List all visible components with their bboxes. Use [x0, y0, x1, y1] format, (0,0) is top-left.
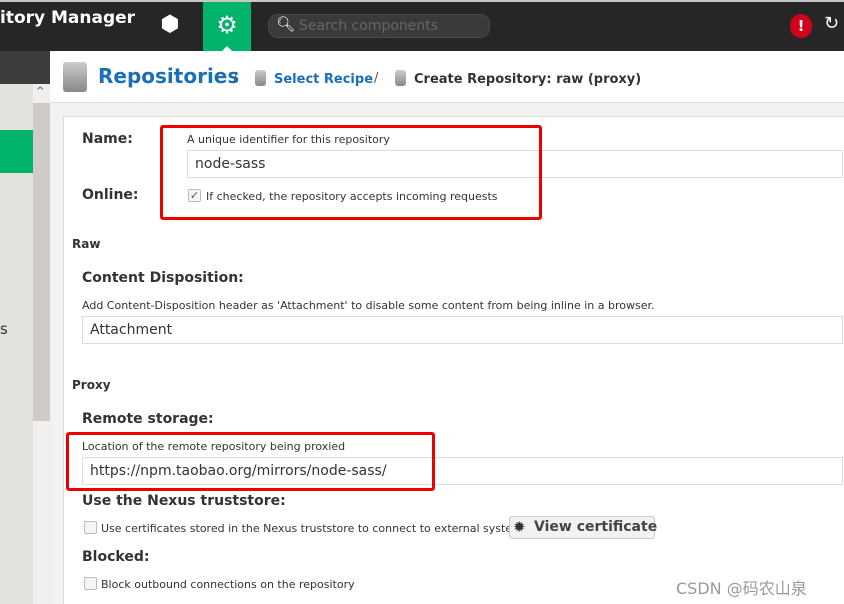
- proxy-section-title: Proxy: [72, 378, 111, 392]
- breadcrumb-separator: /: [233, 71, 238, 86]
- content-disposition-label: Content Disposition:: [82, 270, 244, 286]
- highlight-box: [160, 125, 542, 220]
- sidebar-item-active[interactable]: [0, 130, 33, 173]
- blocked-checkbox[interactable]: [84, 577, 97, 590]
- breadcrumb-select-recipe[interactable]: Select Recipe: [274, 72, 373, 87]
- cube-icon[interactable]: ⬢: [155, 12, 185, 42]
- truststore-checkbox[interactable]: [84, 521, 97, 534]
- view-certificate-button[interactable]: View certificate: [509, 516, 657, 539]
- breadcrumb-current: Create Repository: raw (proxy): [414, 72, 642, 87]
- blocked-label: Blocked:: [82, 549, 150, 565]
- alert-icon[interactable]: !: [790, 14, 812, 38]
- search-icon: 🔍︎: [276, 15, 296, 33]
- database-icon: [255, 70, 266, 86]
- name-label: Name:: [82, 131, 133, 147]
- truststore-help: Use certificates stored in the Nexus tru…: [101, 522, 529, 535]
- breadcrumb-separator: /: [374, 71, 379, 86]
- breadcrumb-repositories[interactable]: Repositories: [98, 64, 239, 88]
- database-icon: [63, 62, 87, 92]
- certificate-icon: ✹: [513, 518, 526, 536]
- database-icon: [395, 70, 406, 86]
- raw-section-title: Raw: [72, 237, 101, 251]
- truststore-label: Use the Nexus truststore:: [82, 493, 286, 509]
- remote-storage-label: Remote storage:: [82, 411, 214, 427]
- watermark: CSDN @码农山泉: [676, 579, 807, 598]
- highlight-box: [66, 432, 435, 491]
- blocked-help: Block outbound connections on the reposi…: [101, 578, 355, 591]
- sidebar-header: [0, 51, 50, 84]
- content-disposition-select[interactable]: Attachment: [82, 316, 843, 344]
- scroll-up-icon[interactable]: ^: [36, 86, 44, 97]
- gear-icon[interactable]: ⚙: [203, 2, 251, 51]
- app-title: itory Manager: [0, 8, 136, 28]
- sidebar-item-label[interactable]: s: [0, 320, 8, 338]
- online-label: Online:: [82, 187, 139, 203]
- content-disposition-help: Add Content-Disposition header as 'Attac…: [82, 299, 655, 312]
- refresh-icon[interactable]: ↻: [824, 13, 842, 35]
- scrollbar-thumb[interactable]: [33, 103, 50, 421]
- search-input[interactable]: Search components: [268, 14, 490, 38]
